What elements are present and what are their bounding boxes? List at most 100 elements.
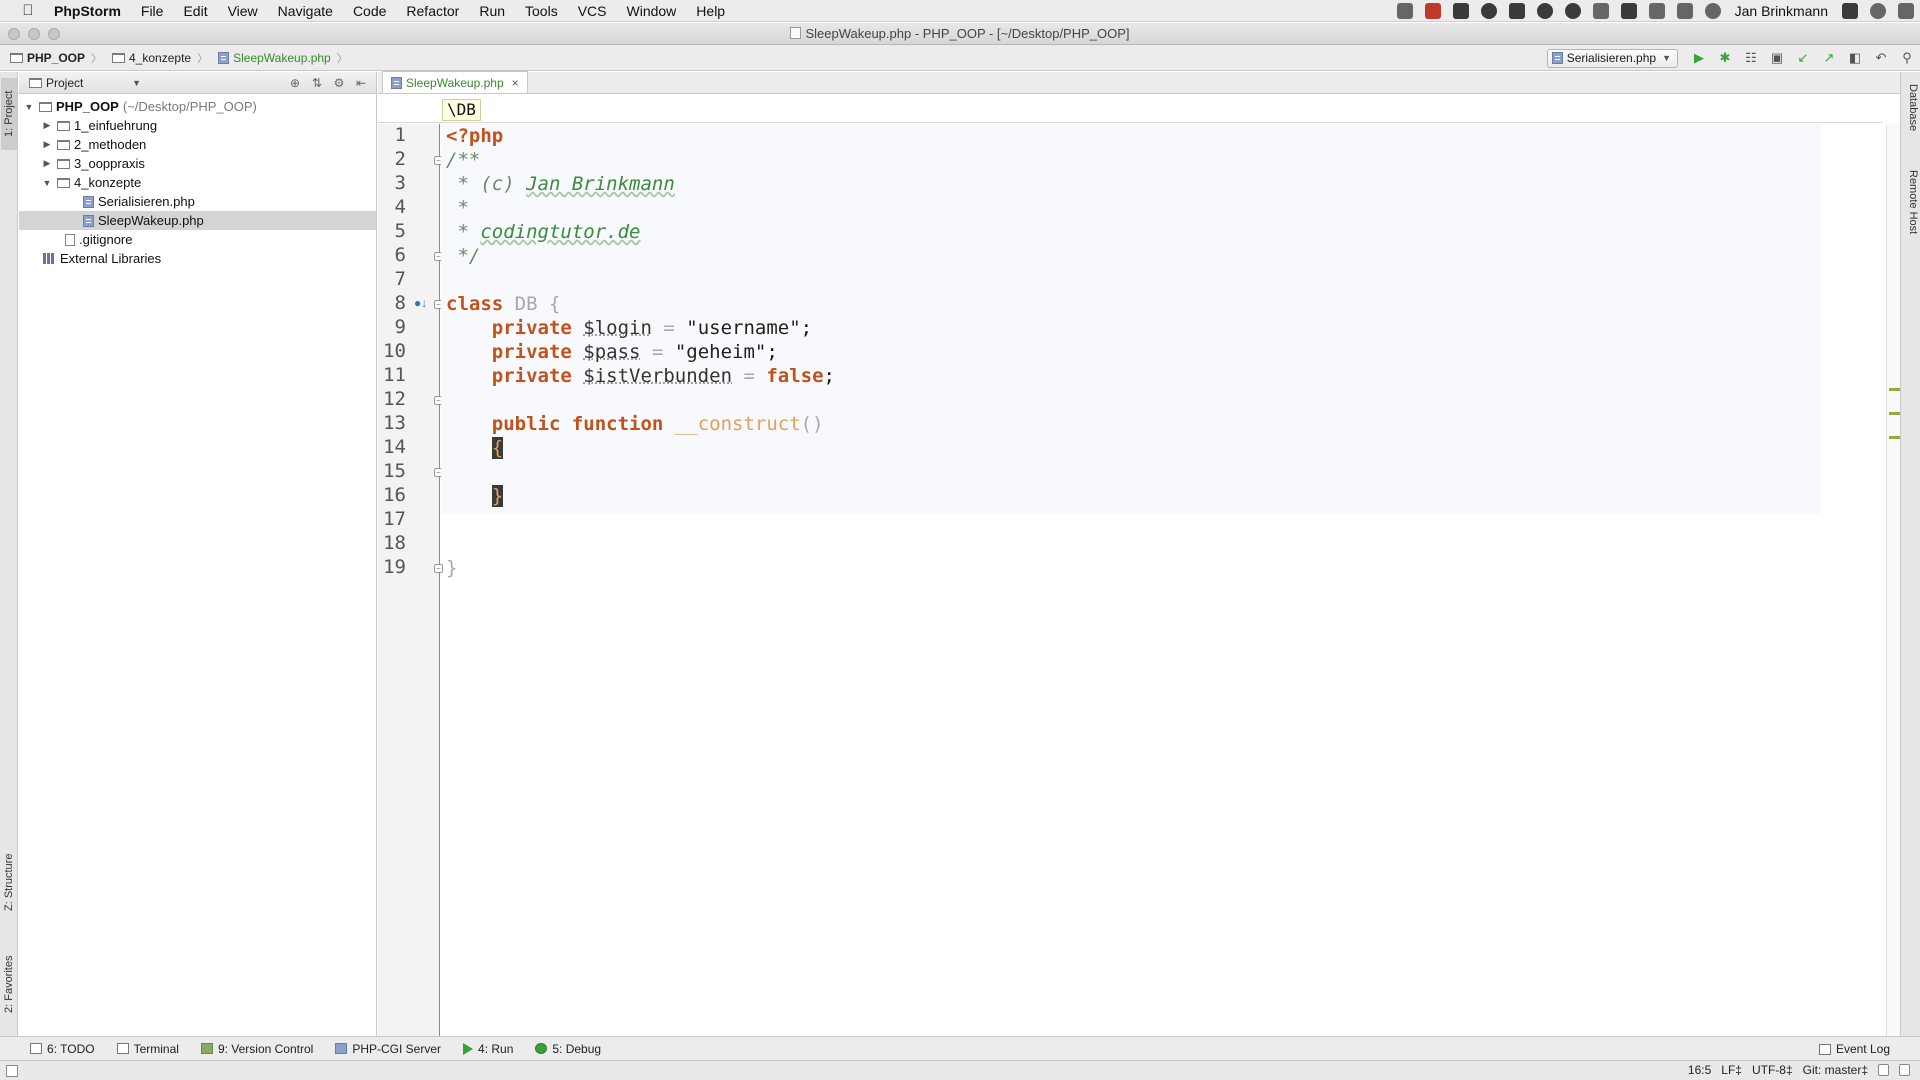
evernote-icon[interactable] [1508,3,1525,19]
collapse-all-icon[interactable]: ⇅ [308,74,326,92]
volume-icon[interactable] [1648,3,1665,19]
info-icon[interactable] [1480,3,1497,19]
tool-debug[interactable]: 5: Debug [535,1042,601,1056]
tree-item-serialisieren[interactable]: Serialisieren.php [19,192,376,211]
line-number: 8 [394,292,406,314]
expand-right-icon[interactable]: ▶ [41,158,53,169]
menu-vcs[interactable]: VCS [568,3,617,19]
tree-item-external-libraries[interactable]: External Libraries [19,249,376,268]
breadcrumb-folder[interactable]: 4_konzepte 〉 [102,50,208,66]
breadcrumb-file[interactable]: SleepWakeup.php 〉 [208,50,348,66]
warning-marker[interactable] [1889,388,1900,391]
expand-down-icon[interactable]: ▼ [23,102,35,112]
menu-view[interactable]: View [218,3,268,19]
tab-favorites[interactable]: 2: Favorites [1,944,17,1024]
coverage-icon[interactable]: ▣ [1768,49,1786,67]
debug-icon[interactable]: ✱ [1716,49,1734,67]
keyword-private: private [491,365,572,387]
tool-run[interactable]: 4: Run [463,1042,513,1056]
wifi-icon[interactable] [1842,3,1858,19]
project-panel-tools: ⊕ ⇅ ⚙ ⇤ [282,74,370,92]
tab-project[interactable]: 1: Project [1,78,17,150]
code-line-1: <?php [446,124,503,148]
hide-panel-icon[interactable]: ⇤ [352,74,370,92]
tool-terminal[interactable]: Terminal [116,1042,179,1056]
tool-event-log[interactable]: Event Log [1818,1042,1890,1056]
run-icon[interactable]: ▶ [1690,49,1708,67]
line-separator[interactable]: LF‡ [1721,1063,1742,1077]
leaf-icon[interactable] [1536,3,1553,19]
keyword-private: private [491,341,572,363]
apple-icon[interactable]:  [16,2,40,19]
gear-icon[interactable]: ⚙ [330,74,348,92]
expand-right-icon[interactable]: ▶ [41,139,53,150]
tree-item-sleepwakeup[interactable]: SleepWakeup.php [19,211,376,230]
listen-debug-icon[interactable]: ☷ [1742,49,1760,67]
class-breadcrumb[interactable]: \DB [442,99,481,121]
close-icon[interactable]: × [512,76,519,90]
spotlight-search-icon[interactable] [1870,3,1886,19]
menu-tools[interactable]: Tools [515,3,568,19]
semicolon: ; [766,341,778,363]
menu-help[interactable]: Help [686,3,735,19]
code-line-5: * codingtutor.de [446,220,640,244]
editor-area: SleepWakeup.php × \DB 1 2 3 4 5 6 7 8 9 1… [378,71,1900,1036]
compare-icon[interactable]: ◧ [1846,49,1864,67]
screen-icon[interactable] [1396,3,1413,19]
implements-marker-icon[interactable]: ●↓ [414,296,427,310]
expand-down-icon[interactable]: ▼ [41,178,53,188]
file-encoding[interactable]: UTF-8‡ [1752,1063,1793,1077]
menu-run[interactable]: Run [469,3,515,19]
notification-center-icon[interactable] [1898,3,1914,19]
search-icon[interactable]: ⚲ [1898,49,1916,67]
time-machine-icon[interactable] [1704,3,1721,19]
code-line-10: private $pass = "geheim"; [446,340,778,364]
menu-navigate[interactable]: Navigate [268,3,343,19]
code-line-4: * [446,196,468,220]
plus-icon[interactable] [1620,3,1637,19]
menu-edit[interactable]: Edit [173,3,217,19]
tree-item-gitignore[interactable]: .gitignore [19,230,376,249]
lock-icon[interactable] [1878,1064,1889,1076]
menu-window[interactable]: Window [617,3,687,19]
menu-refactor[interactable]: Refactor [396,3,469,19]
tab-structure[interactable]: Z: Structure [1,842,17,922]
tool-windows-toggle-icon[interactable] [6,1065,18,1077]
git-branch[interactable]: Git: master‡ [1803,1063,1868,1077]
tab-sleepwakeup[interactable]: SleepWakeup.php × [382,71,528,93]
menu-app-name[interactable]: PhpStorm [40,3,131,19]
tab-database[interactable]: Database [1903,84,1919,131]
tree-item-1-einfuehrung[interactable]: ▶ 1_einfuehrung [19,116,376,135]
user-name[interactable]: Jan Brinkmann [1727,3,1836,19]
creative-cloud-icon[interactable] [1564,3,1581,19]
menu-code[interactable]: Code [343,3,396,19]
tree-item-3-ooppraxis[interactable]: ▶ 3_ooppraxis [19,154,376,173]
breadcrumb-project[interactable]: PHP_OOP 〉 [0,50,102,66]
tool-todo[interactable]: 6: TODO [30,1042,95,1056]
menu-file[interactable]: File [131,3,174,19]
inspector-icon[interactable] [1899,1064,1910,1076]
scroll-from-source-icon[interactable]: ⊕ [286,74,304,92]
tree-item-root[interactable]: ▼ PHP_OOP (~/Desktop/PHP_OOP) [19,97,376,116]
tree-item-4-konzepte[interactable]: ▼ 4_konzepte [19,173,376,192]
expand-right-icon[interactable]: ▶ [41,120,53,131]
vcs-update-icon[interactable]: ↙ [1794,49,1812,67]
dropbox-icon[interactable] [1592,3,1609,19]
bluetooth-icon[interactable] [1676,3,1693,19]
record-icon[interactable] [1424,3,1441,19]
tool-version-control[interactable]: 9: Version Control [200,1042,313,1056]
warning-marker[interactable] [1889,436,1900,439]
tab-remote-host[interactable]: Remote Host [1903,170,1919,234]
caret-position[interactable]: 16:5 [1688,1063,1711,1077]
tree-item-2-methoden[interactable]: ▶ 2_methoden [19,135,376,154]
error-stripe[interactable] [1886,124,1900,1036]
app-tray-icon[interactable] [1452,3,1469,19]
warning-marker[interactable] [1889,412,1900,415]
project-view-select[interactable]: Project ▼ [29,76,141,90]
tool-php-cgi-server[interactable]: PHP-CGI Server [335,1042,441,1056]
run-configuration-label: Serialisieren.php [1566,51,1657,65]
vcs-commit-icon[interactable]: ↗ [1820,49,1838,67]
fold-toggle-icon[interactable]: – [434,564,443,573]
run-configuration-select[interactable]: Serialisieren.php ▼ [1546,48,1678,68]
revert-icon[interactable]: ↶ [1872,49,1890,67]
